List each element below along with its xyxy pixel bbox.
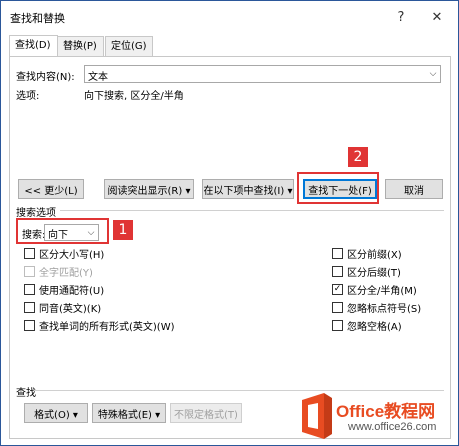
watermark-url: www.office26.com <box>348 421 437 433</box>
tab-find[interactable]: 查找(D) <box>9 35 58 57</box>
watermark-brand: Office教程网 <box>336 402 436 421</box>
all-word-forms-checkbox[interactable]: 查找单词的所有形式(英文)(W) <box>24 318 175 333</box>
find-in-button[interactable]: 在以下项中查找(I) ▾ <box>202 179 294 199</box>
checkbox-box[interactable] <box>24 266 35 277</box>
options-label: 选项: <box>16 91 40 102</box>
title-bar: 查找和替换 ? ✕ <box>1 1 458 33</box>
format-button[interactable]: 格式(O) ▾ <box>24 403 88 423</box>
checkbox-label: 使用通配符(U) <box>39 286 105 297</box>
checkbox-label: 忽略空格(A) <box>347 322 402 333</box>
checkbox-label: 忽略标点符号(S) <box>347 304 422 315</box>
find-panel: 查找内容(N): 文本 ⌵ 选项: 向下搜索, 区分全/半角 << 更少(L) … <box>9 56 451 439</box>
tab-replace[interactable]: 替换(P) <box>57 36 104 56</box>
checkbox-label: 区分全/半角(M) <box>347 286 417 297</box>
search-options-label: 搜索选项 <box>16 208 56 219</box>
options-value: 向下搜索, 区分全/半角 <box>84 91 184 102</box>
checkbox-label: 区分前缀(X) <box>347 250 402 261</box>
find-what-label: 查找内容(N): <box>16 72 75 83</box>
checkbox-box[interactable] <box>332 320 343 331</box>
no-formatting-button[interactable]: 不限定格式(T) <box>170 403 242 423</box>
watermark: Office教程网 www.office26.com <box>298 390 456 442</box>
checkbox-box[interactable] <box>332 302 343 313</box>
step-badge-2: 2 <box>348 147 368 167</box>
highlight-box-find-next <box>297 172 379 204</box>
checkbox-box[interactable] <box>332 248 343 259</box>
cancel-button[interactable]: 取消 <box>385 179 443 199</box>
whole-word-checkbox[interactable]: 全字匹配(Y) <box>24 264 93 279</box>
match-width-checkbox[interactable]: ✓ 区分全/半角(M) <box>332 282 417 297</box>
find-what-value: 文本 <box>88 72 108 83</box>
wildcards-checkbox[interactable]: 使用通配符(U) <box>24 282 104 297</box>
checkbox-label: 查找单词的所有形式(英文)(W) <box>39 322 175 333</box>
checkbox-box[interactable] <box>24 284 35 295</box>
checkbox-label: 同音(英文)(K) <box>39 304 102 315</box>
highlight-box-search <box>16 218 109 244</box>
step-badge-1: 1 <box>113 220 133 240</box>
checkbox-box[interactable] <box>332 266 343 277</box>
find-what-input[interactable]: 文本 ⌵ <box>84 65 441 83</box>
tab-goto[interactable]: 定位(G) <box>105 36 153 56</box>
check-icon[interactable]: ✓ <box>332 284 343 295</box>
help-button[interactable]: ? <box>391 7 411 27</box>
match-case-checkbox[interactable]: 区分大小写(H) <box>24 246 104 261</box>
match-suffix-checkbox[interactable]: 区分后缀(T) <box>332 264 401 279</box>
section-divider <box>60 210 444 211</box>
reading-highlight-button[interactable]: 阅读突出显示(R) ▾ <box>104 179 194 199</box>
checkbox-label: 区分大小写(H) <box>39 250 105 261</box>
special-format-button[interactable]: 特殊格式(E) ▾ <box>92 403 166 423</box>
match-prefix-checkbox[interactable]: 区分前缀(X) <box>332 246 402 261</box>
checkbox-label: 区分后缀(T) <box>347 268 401 279</box>
chevron-down-icon[interactable]: ⌵ <box>426 66 440 82</box>
close-button[interactable]: ✕ <box>427 7 447 27</box>
ignore-punctuation-checkbox[interactable]: 忽略标点符号(S) <box>332 300 421 315</box>
checkbox-box[interactable] <box>24 302 35 313</box>
checkbox-label: 全字匹配(Y) <box>39 268 93 279</box>
less-button[interactable]: << 更少(L) <box>18 179 84 199</box>
find-section-label: 查找 <box>16 388 36 399</box>
sounds-like-checkbox[interactable]: 同音(英文)(K) <box>24 300 101 315</box>
ignore-space-checkbox[interactable]: 忽略空格(A) <box>332 318 402 333</box>
checkbox-box[interactable] <box>24 248 35 259</box>
window-title: 查找和替换 <box>10 12 65 25</box>
checkbox-box[interactable] <box>24 320 35 331</box>
